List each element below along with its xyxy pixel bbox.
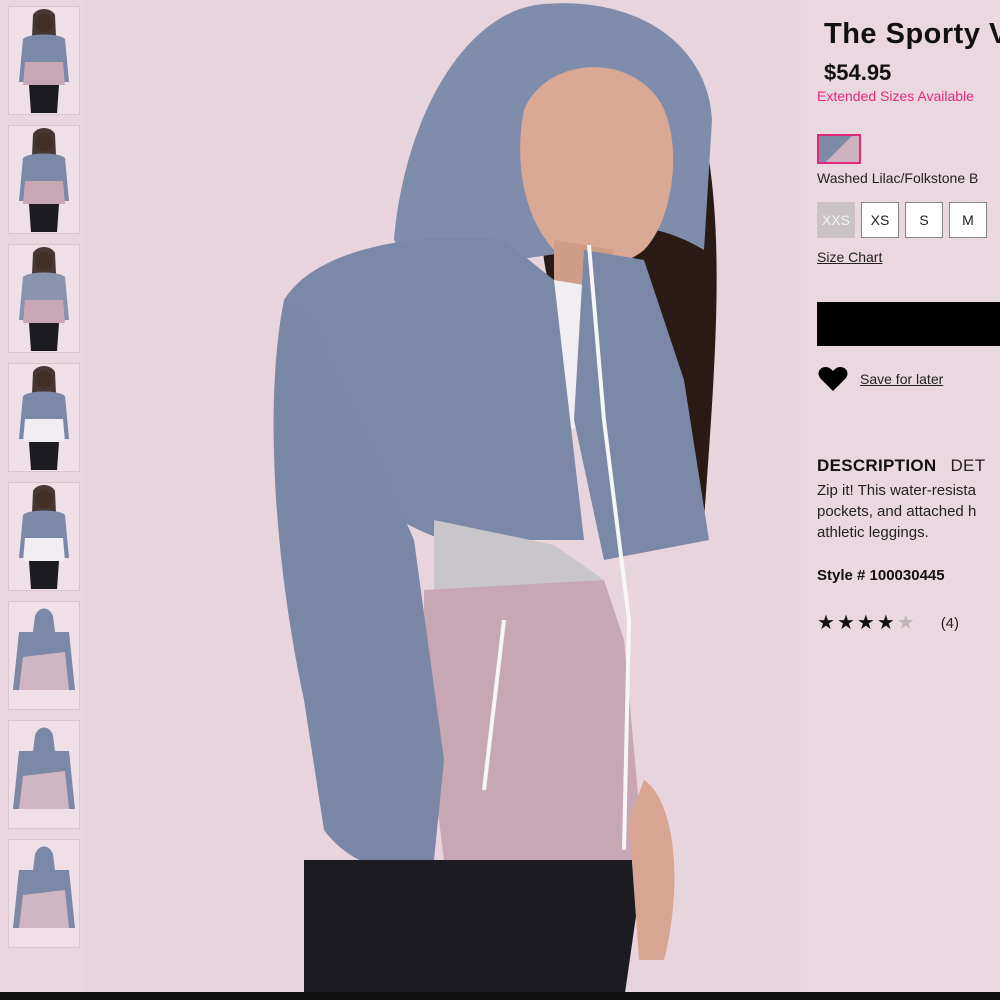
color-name: Washed Lilac/Folkstone B: [817, 170, 979, 186]
style-number: Style # 100030445: [817, 567, 945, 584]
product-price: $54.95: [824, 60, 892, 85]
size-selector: XXS XS S M: [817, 202, 987, 238]
thumbnail-model-front-hood-down[interactable]: [8, 6, 80, 115]
size-option-xxs: XXS: [817, 202, 855, 238]
thumbnail-model-hood-up[interactable]: [8, 125, 80, 234]
thumbnail-model-open-jacket[interactable]: [8, 363, 80, 472]
thumbnail-image: [19, 485, 69, 589]
rating[interactable]: ★ ★ ★ ★ ★ (4): [817, 613, 959, 633]
size-chart-link[interactable]: Size Chart: [817, 249, 882, 265]
tab-details[interactable]: DET: [950, 456, 985, 476]
thumbnail-list: [8, 6, 80, 958]
description-line: pockets, and attached h: [817, 503, 977, 520]
thumbnail-image: [19, 128, 69, 232]
thumbnail-image: [19, 366, 69, 470]
thumbnail-image: [13, 608, 75, 690]
add-to-bag-button[interactable]: [817, 302, 1000, 346]
star-icon: ★: [876, 612, 895, 634]
bottom-border: [0, 992, 1000, 1000]
review-count[interactable]: (4): [941, 615, 959, 632]
hero-product-image[interactable]: [84, 0, 800, 1000]
product-description: Zip it! This water-resista pockets, and …: [817, 480, 1000, 543]
thumbnail-jacket-flat-hood[interactable]: [8, 839, 80, 948]
thumbnail-jacket-detail[interactable]: [8, 720, 80, 829]
tab-description[interactable]: DESCRIPTION: [817, 456, 936, 476]
thumbnail-image: [19, 9, 69, 113]
description-line: Zip it! This water-resista: [817, 482, 976, 499]
star-icon: ★: [856, 612, 875, 634]
product-page: The Sporty V $54.95 Extended Sizes Avail…: [0, 0, 1000, 1000]
thumbnail-model-open-jacket-alt[interactable]: [8, 482, 80, 591]
thumbnail-image: [19, 247, 69, 351]
model-wearing-jacket-image: [84, 0, 800, 1000]
extended-sizes-link[interactable]: Extended Sizes Available: [817, 88, 974, 104]
thumbnail-model-back[interactable]: [8, 244, 80, 353]
info-tabs: DESCRIPTION DET: [817, 456, 985, 476]
thumbnail-jacket-flat-front[interactable]: [8, 601, 80, 710]
description-line: athletic leggings.: [817, 524, 929, 541]
product-title: The Sporty V: [824, 18, 1000, 50]
thumbnail-image: [13, 727, 75, 809]
color-swatch-selected[interactable]: [817, 134, 861, 164]
star-icon: ★: [896, 612, 915, 634]
save-for-later-label[interactable]: Save for later: [860, 371, 943, 387]
size-option-m[interactable]: M: [949, 202, 987, 238]
size-option-s[interactable]: S: [905, 202, 943, 238]
save-for-later[interactable]: Save for later: [818, 366, 943, 392]
heart-icon: [818, 367, 848, 391]
product-info-panel: The Sporty V $54.95 Extended Sizes Avail…: [806, 0, 1000, 1000]
star-icon: ★: [817, 612, 835, 634]
thumbnail-image: [13, 846, 75, 928]
star-icon: ★: [836, 612, 855, 634]
size-option-xs[interactable]: XS: [861, 202, 899, 238]
